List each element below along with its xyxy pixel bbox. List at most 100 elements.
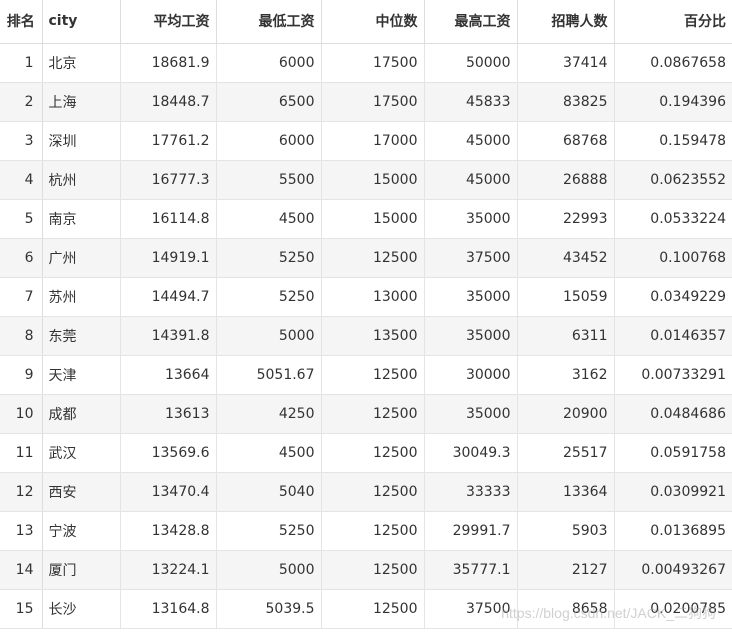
cell-rank: 10 [0, 394, 43, 434]
cell-median: 13000 [321, 277, 425, 317]
table-row[interactable]: 5 南京 16114.8 4500 15000 35000 22993 0.0533224 [0, 199, 732, 239]
cell-city: 宁波 [42, 511, 121, 551]
column-header-rank[interactable]: 排名 [0, 0, 43, 44]
cell-min-salary: 6500 [216, 82, 322, 122]
cell-max-salary: 45833 [424, 82, 518, 122]
table-row[interactable]: 13 宁波 13428.8 5250 12500 29991.7 5903 0.0136895 [0, 511, 732, 551]
table-row[interactable]: 11 武汉 13569.6 4500 12500 30049.3 25517 0.059175… [0, 433, 732, 473]
table-row[interactable]: 12 西安 13470.4 5040 12500 33333 13364 0.0309921 [0, 472, 732, 512]
cell-avg-salary: 14494.7 [120, 277, 217, 317]
table-row[interactable]: 3 深圳 17761.2 6000 17000 45000 68768 0.159478 [0, 121, 732, 161]
cell-hires: 13364 [517, 472, 615, 512]
cell-city: 苏州 [42, 277, 121, 317]
cell-avg-salary: 13224.1 [120, 550, 217, 590]
cell-city: 杭州 [42, 160, 121, 200]
table-row[interactable]: 15 长沙 13164.8 5039.5 12500 37500 8658 0.0200785 [0, 589, 732, 629]
cell-hires: 6311 [517, 316, 615, 356]
cell-max-salary: 37500 [424, 238, 518, 278]
cell-avg-salary: 13664 [120, 355, 217, 395]
cell-median: 12500 [321, 238, 425, 278]
cell-rank: 1 [0, 43, 43, 83]
table-row[interactable]: 6 广州 14919.1 5250 12500 37500 43452 0.100768 [0, 238, 732, 278]
header-row: 排名 city 平均工资 最低工资 中位数 最高工资 招聘人数 百分比 [0, 0, 732, 44]
column-header-median[interactable]: 中位数 [321, 0, 425, 44]
cell-hires: 37414 [517, 43, 615, 83]
cell-city: 武汉 [42, 433, 121, 473]
cell-min-salary: 4500 [216, 199, 322, 239]
cell-rank: 2 [0, 82, 43, 122]
cell-city: 长沙 [42, 589, 121, 629]
cell-city: 东莞 [42, 316, 121, 356]
cell-rank: 9 [0, 355, 43, 395]
cell-median: 17500 [321, 82, 425, 122]
cell-hires: 83825 [517, 82, 615, 122]
column-header-min-salary[interactable]: 最低工资 [216, 0, 322, 44]
cell-min-salary: 6000 [216, 43, 322, 83]
table-row[interactable]: 4 杭州 16777.3 5500 15000 45000 26888 0.0623552 [0, 160, 732, 200]
cell-hires: 3162 [517, 355, 615, 395]
cell-percent: 0.00493267 [614, 550, 732, 590]
cell-rank: 5 [0, 199, 43, 239]
cell-min-salary: 4500 [216, 433, 322, 473]
cell-min-salary: 5000 [216, 316, 322, 356]
table-row[interactable]: 10 成都 13613 4250 12500 35000 20900 0.0484686 [0, 394, 732, 434]
cell-percent: 0.0591758 [614, 433, 732, 473]
cell-city: 上海 [42, 82, 121, 122]
cell-city: 深圳 [42, 121, 121, 161]
cell-min-salary: 6000 [216, 121, 322, 161]
cell-percent: 0.00733291 [614, 355, 732, 395]
cell-min-salary: 5040 [216, 472, 322, 512]
cell-avg-salary: 14919.1 [120, 238, 217, 278]
column-header-hires[interactable]: 招聘人数 [517, 0, 615, 44]
table-row[interactable]: 8 东莞 14391.8 5000 13500 35000 6311 0.0146357 [0, 316, 732, 356]
table-row[interactable]: 14 厦门 13224.1 5000 12500 35777.1 2127 0.0049326… [0, 550, 732, 590]
cell-rank: 8 [0, 316, 43, 356]
cell-avg-salary: 16777.3 [120, 160, 217, 200]
cell-percent: 0.0533224 [614, 199, 732, 239]
cell-avg-salary: 17761.2 [120, 121, 217, 161]
table-row[interactable]: 2 上海 18448.7 6500 17500 45833 83825 0.194396 [0, 82, 732, 122]
cell-rank: 3 [0, 121, 43, 161]
cell-avg-salary: 18448.7 [120, 82, 217, 122]
cell-rank: 6 [0, 238, 43, 278]
cell-max-salary: 50000 [424, 43, 518, 83]
cell-avg-salary: 16114.8 [120, 199, 217, 239]
cell-min-salary: 5250 [216, 238, 322, 278]
cell-median: 13500 [321, 316, 425, 356]
cell-max-salary: 29991.7 [424, 511, 518, 551]
cell-max-salary: 35777.1 [424, 550, 518, 590]
cell-median: 17500 [321, 43, 425, 83]
cell-rank: 7 [0, 277, 43, 317]
column-header-avg-salary[interactable]: 平均工资 [120, 0, 217, 44]
column-header-percent[interactable]: 百分比 [614, 0, 732, 44]
cell-median: 12500 [321, 433, 425, 473]
table-row[interactable]: 7 苏州 14494.7 5250 13000 35000 15059 0.0349229 [0, 277, 732, 317]
cell-city: 西安 [42, 472, 121, 512]
cell-median: 12500 [321, 550, 425, 590]
column-header-city[interactable]: city [42, 0, 121, 44]
cell-median: 12500 [321, 589, 425, 629]
cell-avg-salary: 13569.6 [120, 433, 217, 473]
cell-max-salary: 35000 [424, 316, 518, 356]
cell-max-salary: 45000 [424, 121, 518, 161]
cell-max-salary: 33333 [424, 472, 518, 512]
cell-min-salary: 5039.5 [216, 589, 322, 629]
cell-percent: 0.159478 [614, 121, 732, 161]
column-header-max-salary[interactable]: 最高工资 [424, 0, 518, 44]
cell-hires: 26888 [517, 160, 615, 200]
cell-min-salary: 4250 [216, 394, 322, 434]
cell-max-salary: 30049.3 [424, 433, 518, 473]
cell-hires: 8658 [517, 589, 615, 629]
cell-avg-salary: 18681.9 [120, 43, 217, 83]
cell-city: 北京 [42, 43, 121, 83]
cell-city: 成都 [42, 394, 121, 434]
cell-rank: 15 [0, 589, 43, 629]
table-row[interactable]: 9 天津 13664 5051.67 12500 30000 3162 0.00733291 [0, 355, 732, 395]
cell-median: 17000 [321, 121, 425, 161]
cell-rank: 4 [0, 160, 43, 200]
cell-percent: 0.0200785 [614, 589, 732, 629]
cell-hires: 2127 [517, 550, 615, 590]
table-row[interactable]: 1 北京 18681.9 6000 17500 50000 37414 0.0867658 [0, 43, 732, 83]
cell-median: 12500 [321, 472, 425, 512]
cell-city: 南京 [42, 199, 121, 239]
